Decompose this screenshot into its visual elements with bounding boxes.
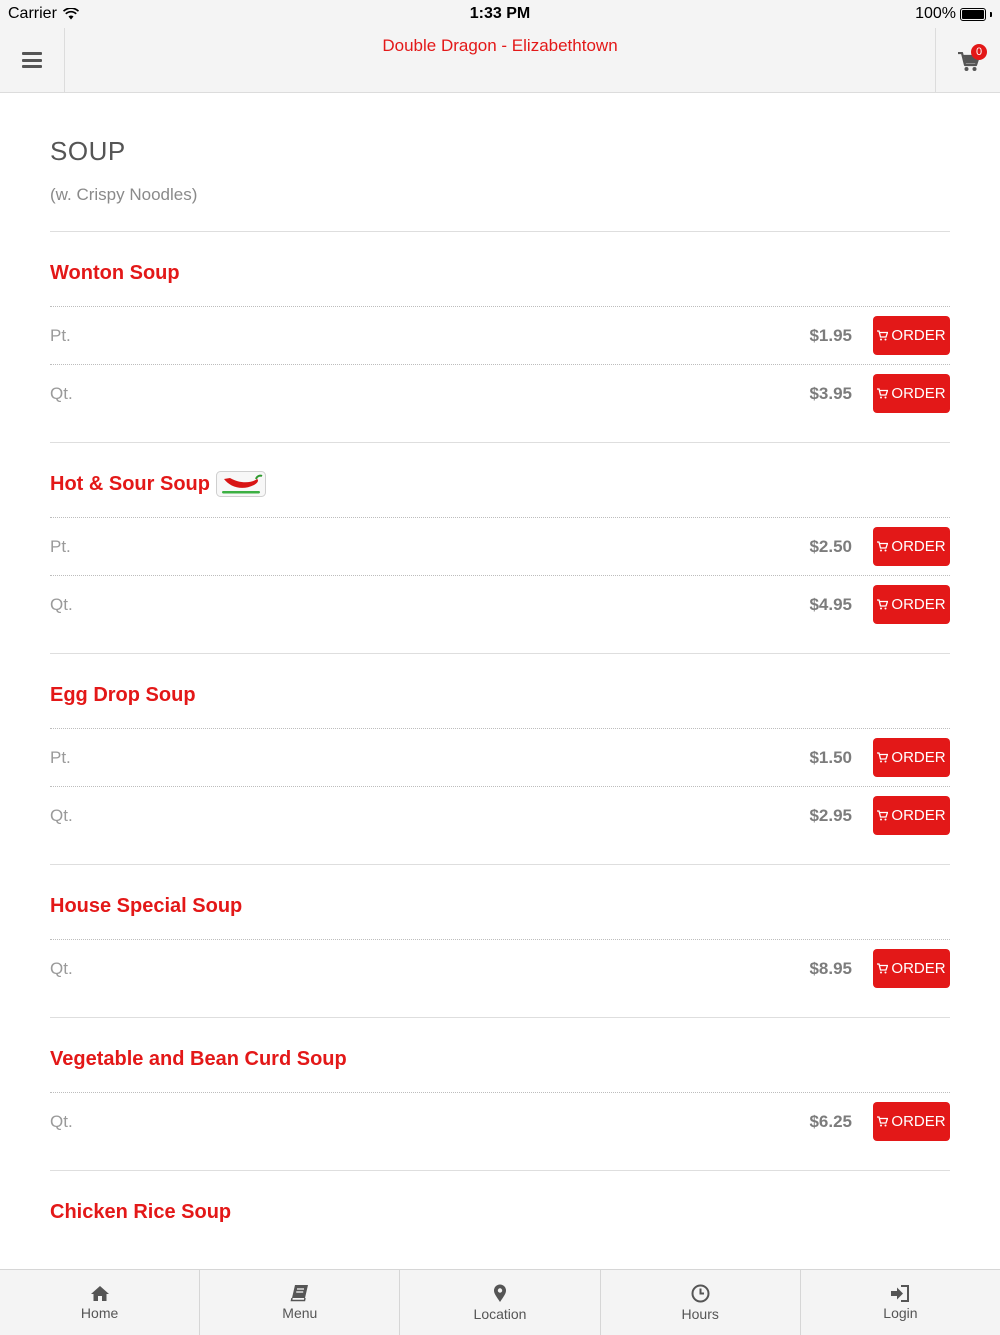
price-value: $2.95: [809, 806, 852, 825]
item-name: Vegetable and Bean Curd Soup: [50, 1048, 347, 1070]
clock-icon: [691, 1284, 710, 1302]
size-label: Qt.: [50, 595, 73, 614]
order-label: ORDER: [891, 385, 946, 402]
price-value: $2.50: [809, 537, 852, 556]
tab-login[interactable]: Login: [801, 1270, 1000, 1335]
price-row: Qt. $4.95 ORDER: [50, 575, 950, 633]
order-label: ORDER: [891, 327, 946, 344]
tab-label: Home: [80, 1304, 119, 1321]
price-row: Qt. $8.95 ORDER: [50, 939, 950, 997]
price-value: $1.50: [809, 748, 852, 767]
battery-icon: [960, 7, 986, 21]
menu-item: Chicken Rice Soup: [50, 1170, 950, 1245]
sign-in-icon: [891, 1284, 910, 1302]
price-value: $4.95: [809, 595, 852, 614]
menu-item: Hot & Sour Soup Pt. $2.50 ORDER Qt. $4.9…: [50, 442, 950, 653]
hamburger-icon: [22, 52, 42, 68]
order-button[interactable]: ORDER: [873, 949, 950, 988]
map-pin-icon: [494, 1284, 506, 1302]
size-label: Qt.: [50, 959, 73, 978]
home-icon: [90, 1285, 109, 1301]
tab-menu[interactable]: Menu: [200, 1270, 401, 1335]
menu-content: SOUP (w. Crispy Noodles) Wonton Soup Pt.…: [50, 93, 950, 1245]
bottom-tab-bar: Home Menu Location Hours Login: [0, 1269, 1000, 1335]
tab-location[interactable]: Location: [400, 1270, 601, 1335]
spicy-chili-icon: [215, 471, 266, 497]
price-value: $6.25: [809, 1112, 852, 1131]
battery-indicator: 100%: [915, 5, 992, 23]
cart-plus-icon: [877, 810, 889, 821]
item-name: Hot & Sour Soup: [50, 473, 210, 495]
tab-label: Menu: [282, 1305, 318, 1321]
price-row: Qt. $3.95 ORDER: [50, 364, 950, 422]
order-button[interactable]: ORDER: [873, 796, 950, 835]
order-button[interactable]: ORDER: [873, 585, 950, 624]
price-value: $8.95: [809, 959, 852, 978]
cart-plus-icon: [877, 1116, 889, 1127]
status-bar: Carrier 1:33 PM 100%: [0, 0, 1000, 28]
clock-time: 1:33 PM: [469, 5, 531, 22]
menu-item: Vegetable and Bean Curd Soup Qt. $6.25 O…: [50, 1017, 950, 1170]
order-label: ORDER: [891, 596, 946, 613]
size-label: Qt.: [50, 806, 73, 825]
cart-count-badge: 0: [971, 44, 987, 60]
size-label: Pt.: [50, 326, 71, 345]
item-name: Egg Drop Soup: [50, 684, 196, 706]
price-row: Qt. $2.95 ORDER: [50, 786, 950, 844]
order-button[interactable]: ORDER: [873, 738, 950, 777]
battery-percent: 100%: [915, 5, 956, 22]
size-label: Pt.: [50, 748, 71, 767]
cart-plus-icon: [877, 963, 889, 974]
category-title: SOUP: [50, 136, 126, 166]
tab-label: Location: [473, 1305, 527, 1322]
order-button[interactable]: ORDER: [873, 1102, 950, 1141]
order-button[interactable]: ORDER: [873, 316, 950, 355]
order-label: ORDER: [891, 1113, 946, 1130]
cart-plus-icon: [877, 330, 889, 341]
restaurant-title: Double Dragon - Elizabethtown: [382, 36, 618, 55]
size-label: Qt.: [50, 1112, 73, 1131]
price-row: Pt. $1.50 ORDER: [50, 728, 950, 786]
cart-plus-icon: [877, 541, 889, 552]
price-row: Qt. $6.25 ORDER: [50, 1092, 950, 1150]
price-value: $3.95: [809, 384, 852, 403]
menu-item: Egg Drop Soup Pt. $1.50 ORDER Qt. $2.95 …: [50, 653, 950, 864]
order-button[interactable]: ORDER: [873, 527, 950, 566]
size-label: Pt.: [50, 537, 71, 556]
cart-plus-icon: [877, 599, 889, 610]
tab-hours[interactable]: Hours: [601, 1270, 801, 1335]
item-name: House Special Soup: [50, 895, 243, 917]
tab-label: Login: [883, 1304, 918, 1321]
book-icon: [290, 1285, 308, 1302]
category-subtitle: (w. Crispy Noodles): [50, 185, 198, 204]
order-button[interactable]: ORDER: [873, 374, 950, 413]
item-name: Wonton Soup: [50, 262, 180, 284]
menu-toggle-button[interactable]: [0, 28, 65, 92]
order-label: ORDER: [891, 538, 946, 555]
price-row: Pt. $2.50 ORDER: [50, 517, 950, 575]
tab-label: Hours: [681, 1305, 719, 1322]
price-row: Pt. $1.95 ORDER: [50, 306, 950, 364]
order-label: ORDER: [891, 807, 946, 824]
menu-item: House Special Soup Qt. $8.95 ORDER: [50, 864, 950, 1017]
menu-item: Wonton Soup Pt. $1.95 ORDER Qt. $3.95 OR…: [50, 231, 950, 442]
tab-home[interactable]: Home: [0, 1270, 201, 1335]
size-label: Qt.: [50, 384, 73, 403]
cart-button[interactable]: 0: [935, 28, 1000, 92]
cart-plus-icon: [877, 752, 889, 763]
price-value: $1.95: [809, 326, 852, 345]
order-label: ORDER: [891, 960, 946, 977]
cart-plus-icon: [877, 388, 889, 399]
app-header: Double Dragon - Elizabethtown 0: [0, 28, 1000, 93]
item-name: Chicken Rice Soup: [50, 1201, 232, 1223]
order-label: ORDER: [891, 749, 946, 766]
